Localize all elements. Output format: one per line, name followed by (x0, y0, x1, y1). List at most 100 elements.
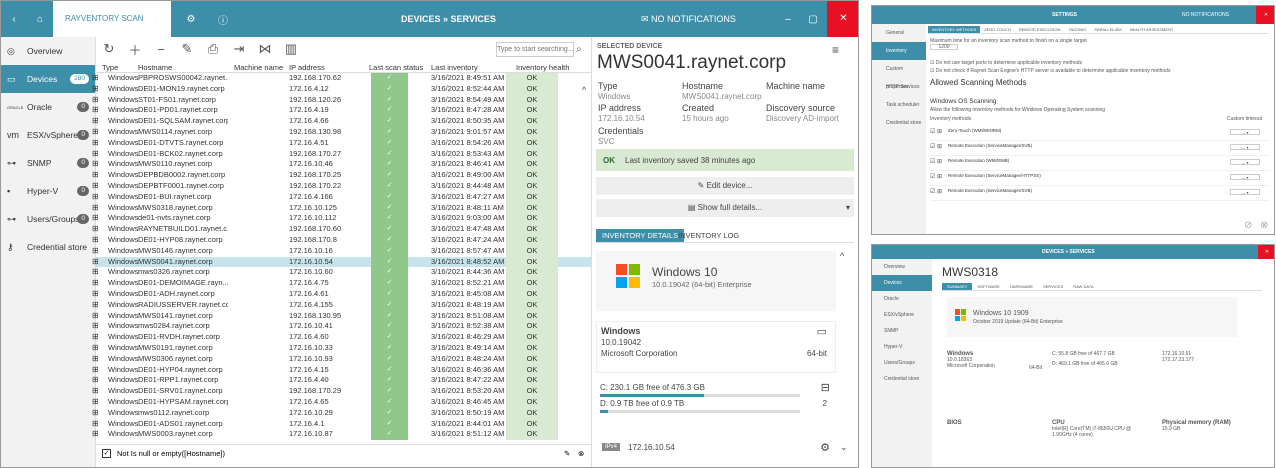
sidebar-item-oracle[interactable]: ORACLE Oracle 0 (1, 93, 95, 121)
settings-nav-item[interactable]: Inventory (872, 42, 926, 60)
sidebar-item-credential-store[interactable]: ⚷ Credential store (1, 233, 95, 261)
info-icon[interactable]: ⓘ (211, 12, 235, 27)
maximize-icon[interactable]: ▢ (801, 14, 825, 25)
table-row[interactable]: ⊞ Windows DE01-DEMOIMAGE.rayn... 172.16.4.7… (92, 278, 591, 289)
table-row[interactable]: ⊞ Windows DE01-BUI.raynet.corp 172.16.4.166… (92, 191, 591, 203)
sidebar-item-hyper-v[interactable]: ▪ Hyper-V 0 (1, 177, 95, 205)
settings-tab[interactable]: ZERO-TOUCH (980, 26, 1015, 33)
settings-tab[interactable]: INVENTORY METHODS (928, 26, 981, 33)
edit-device-button[interactable]: ✎ Edit device... (596, 177, 854, 195)
cancel-icon[interactable]: ⊗ (1260, 220, 1268, 231)
table-row[interactable]: ⊞ Windows DE01-SRV01.raynet.corp 192.168.17… (92, 386, 591, 397)
table-row[interactable]: ⊞ Windows MWS0114.raynet.corp 192.168.130.9… (92, 126, 591, 138)
show-details-button[interactable]: ▤ Show full details... ▾ (596, 199, 854, 217)
table-row[interactable]: ⊞ Windows DE01-DTVTS.raynet.corp 172.16.4.5… (92, 137, 591, 149)
clear-filter-icon[interactable]: ⊗ (578, 449, 584, 458)
settings-nav-item[interactable]: Task scheduler (872, 96, 926, 114)
table-row[interactable]: ⊞ Windows MWS0141.raynet.corp 192.168.130.9… (92, 310, 591, 322)
method-checkbox[interactable]: ☑ ⊞ (930, 188, 942, 195)
edit-filter-icon[interactable]: ✎ (564, 449, 570, 458)
remove-icon[interactable]: − (148, 42, 174, 57)
device-nav-item[interactable]: ESX/vSphere (872, 307, 932, 323)
refresh-icon[interactable]: ↻ (96, 41, 122, 57)
table-row[interactable]: ⊞ Windows DE01-HYP08.raynet.corp 192.168.17… (92, 234, 591, 246)
device-nav-item[interactable]: SNMP (872, 323, 932, 339)
option-2[interactable]: ☑ Do not check if Raynet Scan Engine's H… (930, 68, 1170, 74)
table-row[interactable]: ⊞ Windows DE01-ADS01.raynet.corp 172.16.4.1… (92, 418, 591, 430)
close-icon[interactable]: ✕ (827, 1, 858, 37)
device-tab[interactable]: SUMMARY (942, 283, 973, 290)
export-icon[interactable]: ⇥ (226, 41, 252, 57)
table-row[interactable]: ⊞ Windows RADIUSSERVER.raynet.co... 172.16.… (92, 299, 591, 311)
app-name[interactable]: RAYVENTORY SCAN ENGINE (53, 1, 171, 59)
add-icon[interactable]: ＋ (122, 40, 148, 59)
settings-tab[interactable]: REMOTE EXECUTION (1015, 26, 1065, 33)
table-row[interactable]: ⊞ Windows MWS0318.raynet.corp 172.16.10.125… (92, 202, 591, 214)
table-row[interactable]: ⊞ Windows RAYNETBUILD01.raynet.c... 192.168… (92, 224, 591, 235)
max-time-input[interactable]: 1200 (930, 44, 958, 50)
table-row[interactable]: ⊞ Windows DE01-HYP04.raynet.corp 172.16.4.1… (92, 364, 591, 376)
ok-icon[interactable]: ⊘ (1244, 220, 1252, 231)
tab-inventory-log[interactable]: INVENTORY LOG (674, 229, 743, 242)
table-row[interactable]: ⊞ Windows MWS0041.raynet.corp 172.16.10.54 3… (92, 256, 591, 268)
settings-tab[interactable]: PARALLELISM (1091, 26, 1126, 33)
table-row[interactable]: ⊞ Windows MWS0306.raynet.corp 172.16.10.93 3… (92, 353, 591, 365)
minimize-icon[interactable]: – (776, 14, 800, 25)
table-row[interactable]: ⊞ Windows DE01-RVDH.raynet.corp 172.16.4.60… (92, 332, 591, 343)
back-icon[interactable]: ‹ (1, 14, 27, 25)
device-tab[interactable]: SOFTWARE (972, 283, 1005, 290)
device-tab[interactable]: SERVICES (1038, 283, 1068, 290)
table-row[interactable]: ⊞ Windows DEPBTF0001.raynet.corp 192.168.17… (92, 180, 591, 192)
device-close-icon[interactable]: ✕ (1258, 245, 1274, 259)
sidebar-item-devices[interactable]: ▭ Devices 280 (1, 65, 95, 93)
table-row[interactable]: ⊞ Windows mws0326.raynet.corp 172.16.10.60 3… (92, 267, 591, 279)
table-row[interactable]: ⊞ Windows DE01-BCK02.raynet.corp 192.168.17… (92, 148, 591, 160)
method-row[interactable]: ☑ ⊞ Remote Execution (ServiceManager/SVB)… (930, 186, 1270, 201)
timeout-stepper[interactable]: — ▾ (1230, 174, 1260, 180)
notifications-icon[interactable]: ✉ NO NOTIFICATIONS (641, 14, 736, 25)
table-row[interactable]: ⊞ Windows mws0112.raynet.corp 172.16.10.29 3… (92, 407, 591, 419)
settings-nav-item[interactable]: Credential store (872, 114, 926, 132)
sidebar-item-overview[interactable]: ◎ Overview (1, 37, 95, 65)
home-icon[interactable]: ⌂ (27, 14, 53, 25)
method-row[interactable]: ☑ ⊞ Zero-Touch (WMI/WINRM) — ▾ (930, 126, 1270, 141)
tab-inventory-details[interactable]: INVENTORY DETAILS (596, 229, 685, 242)
column-header[interactable]: Last inventory (431, 63, 513, 72)
settings-icon[interactable]: ⚙ (171, 14, 211, 25)
column-header[interactable]: IP address (289, 63, 365, 72)
device-nav-item[interactable]: Oracle (872, 291, 932, 307)
table-row[interactable]: ⊞ Windows DE01-MON19.raynet.corp 172.16.4.1… (92, 83, 591, 95)
columns-icon[interactable]: ▥ (278, 41, 304, 57)
method-checkbox[interactable]: ☑ ⊞ (930, 128, 942, 135)
timeout-stepper[interactable]: — ▾ (1230, 144, 1260, 150)
device-tab[interactable]: RAW DATA (1068, 283, 1098, 290)
detail-scroll-up-icon[interactable]: ^ (840, 251, 844, 261)
settings-nav-item[interactable]: General (872, 24, 926, 42)
settings-nav-item[interactable]: HTTP Services (872, 78, 926, 96)
sidebar-item-users-groups[interactable]: ⊶ Users/Groups 0 (1, 205, 95, 233)
table-row[interactable]: ⊞ Windows ST01-FS01.raynet.corp 192.168.120… (92, 94, 591, 106)
timeout-stepper[interactable]: — ▾ (1230, 129, 1260, 135)
table-row[interactable]: ⊞ Windows DEPBDB0002.raynet.corp 192.168.17… (92, 170, 591, 181)
device-nav-item[interactable]: Devices (872, 275, 932, 291)
column-header[interactable]: Machine name (234, 63, 286, 72)
table-row[interactable]: ⊞ Windows DE01-SQLSAM.raynet.corp 172.16.4.… (92, 116, 591, 127)
print-icon[interactable]: ⎙ (200, 41, 226, 57)
device-nav-item[interactable]: Hyper-V (872, 339, 932, 355)
table-row[interactable]: ⊞ Windows mws0284.raynet.corp 172.16.10.41 3… (92, 321, 591, 333)
method-row[interactable]: ☑ ⊞ Remote Execution (ServiceManager/SVB)… (930, 141, 1270, 156)
method-row[interactable]: ☑ ⊞ Remote Execution (WMI/SMB) — ▾ (930, 156, 1270, 171)
method-row[interactable]: ☑ ⊞ Remote Execution (ServiceManager/HTTP… (930, 171, 1270, 186)
timeout-stepper[interactable]: — ▾ (1230, 189, 1260, 195)
share-icon[interactable]: ⋈ (252, 41, 278, 57)
timeout-stepper[interactable]: — ▾ (1230, 159, 1260, 165)
sidebar-item-snmp[interactable]: ⊶ SNMP 0 (1, 149, 95, 177)
table-row[interactable]: ⊞ Windows DE01-RPP1.raynet.corp 172.16.4.40… (92, 375, 591, 387)
settings-nav-item[interactable]: Custom properties (872, 60, 926, 90)
device-nav-item[interactable]: Credential store (872, 371, 932, 387)
settings-tab[interactable]: TAGGING (1064, 26, 1090, 33)
device-tab[interactable]: HARDWARE (1005, 283, 1038, 290)
column-header[interactable]: Inventory health (516, 63, 580, 72)
detail-scroll-down-icon[interactable]: ⌄ (840, 442, 848, 453)
edit-icon[interactable]: ✎ (174, 41, 200, 57)
